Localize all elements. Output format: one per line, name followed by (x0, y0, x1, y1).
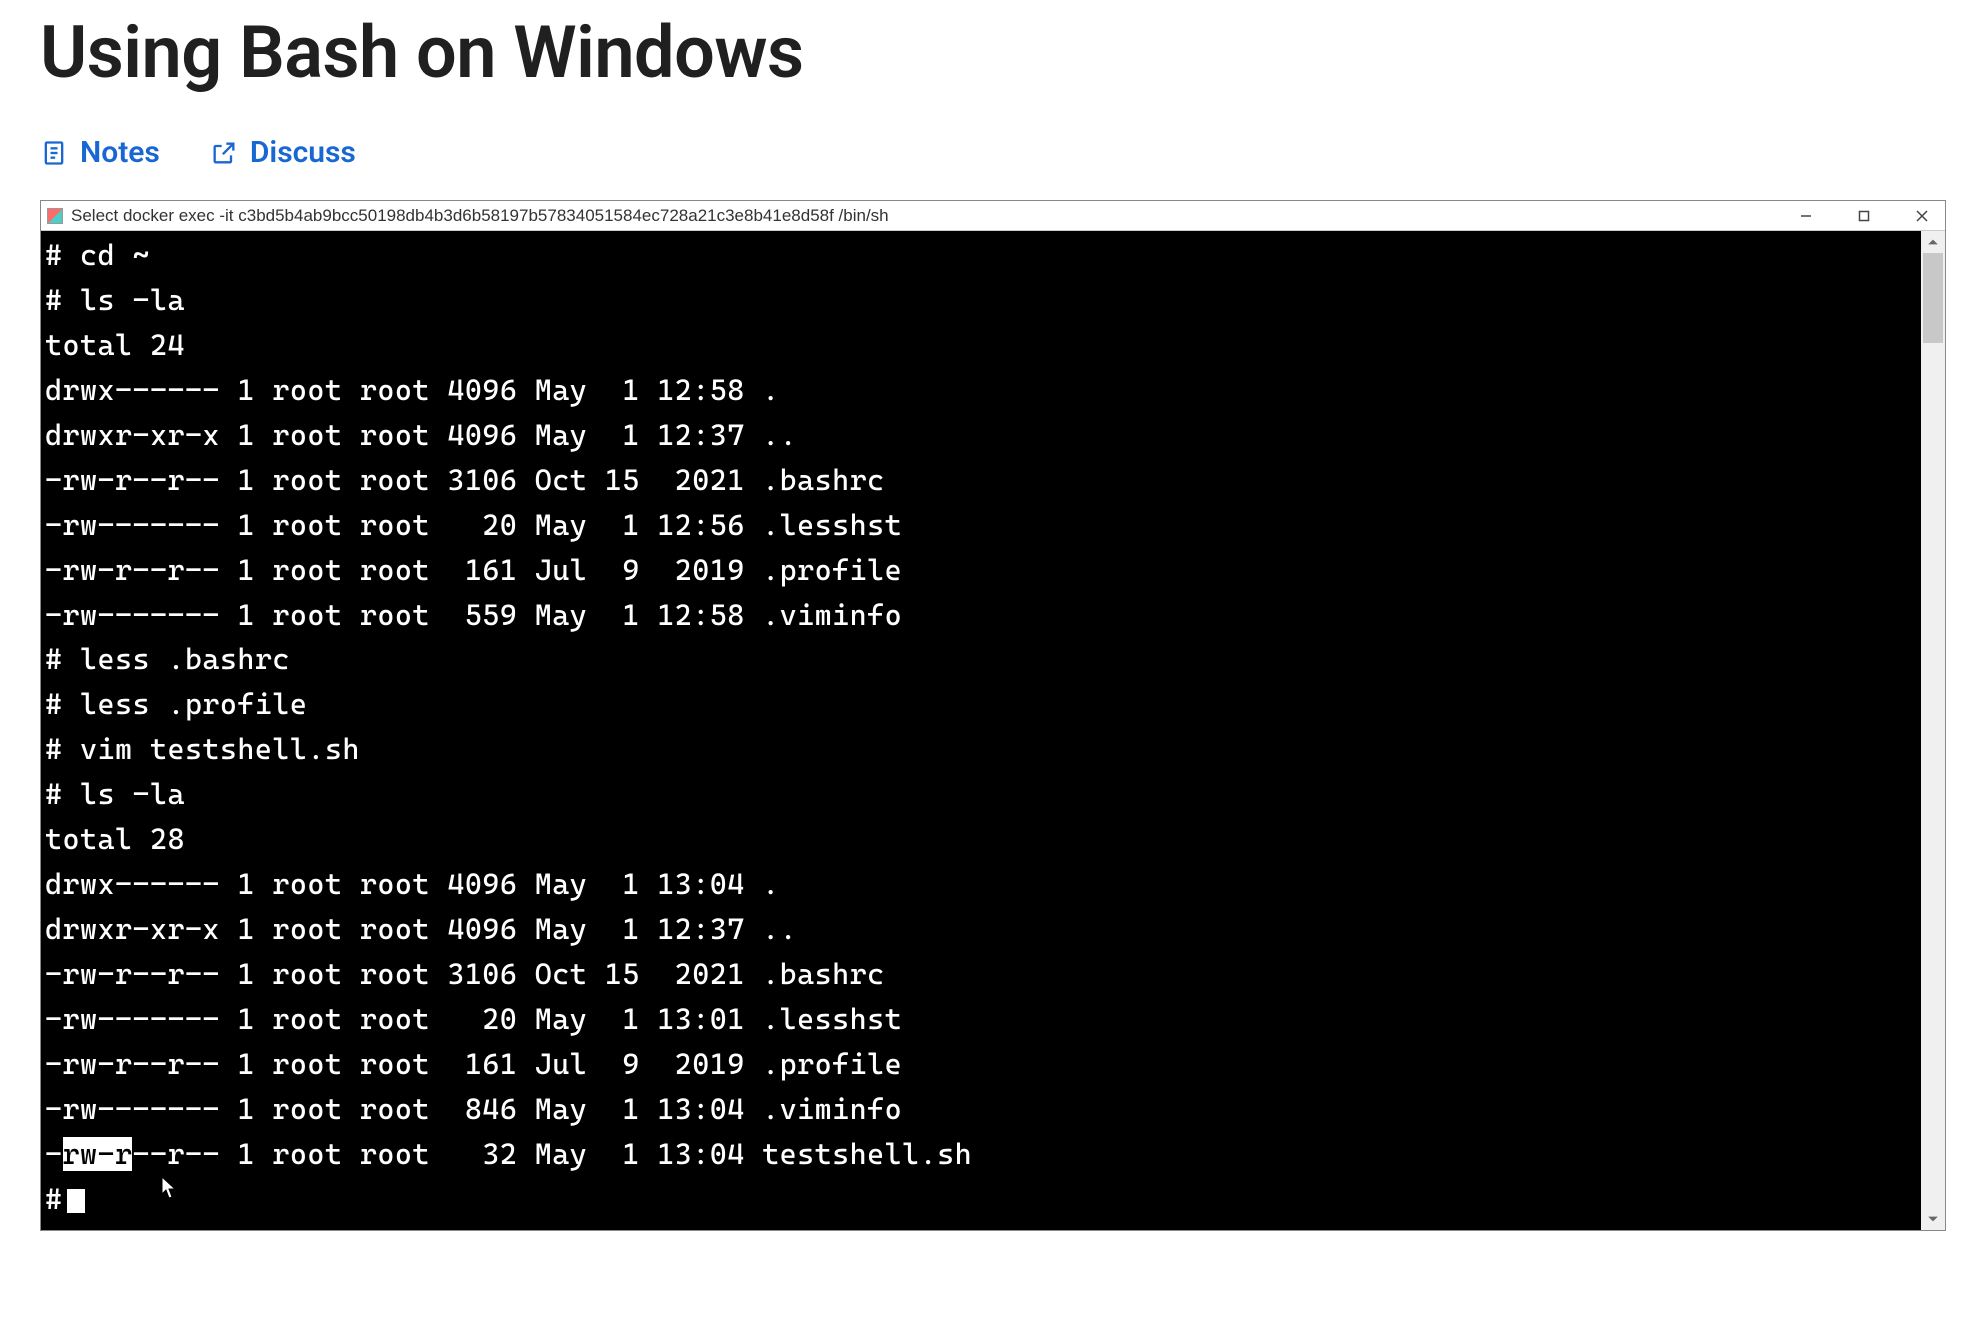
scroll-thumb[interactable] (1923, 253, 1943, 343)
discuss-link[interactable]: Discuss (210, 135, 356, 170)
terminal-line: # cd ~ (45, 233, 1917, 278)
terminal-line: drwx------ 1 root root 4096 May 1 13:04 … (45, 862, 1917, 907)
terminal-line: -rw-r--r-- 1 root root 161 Jul 9 2019 .p… (45, 1042, 1917, 1087)
notes-link[interactable]: Notes (40, 135, 160, 170)
close-button[interactable] (1905, 204, 1939, 228)
scrollbar[interactable] (1921, 231, 1945, 1230)
terminal-line: -rw------- 1 root root 846 May 1 13:04 .… (45, 1087, 1917, 1132)
terminal-line: # ls -la (45, 278, 1917, 323)
terminal-line: total 28 (45, 817, 1917, 862)
notes-icon (40, 139, 68, 167)
terminal-line-highlighted: -rw-r--r-- 1 root root 32 May 1 13:04 te… (45, 1132, 1917, 1177)
terminal-window: Select docker exec -it c3bd5b4ab9bcc5019… (40, 200, 1946, 1231)
terminal-line: # less .bashrc (45, 637, 1917, 682)
terminal-line: -rw------- 1 root root 20 May 1 13:01 .l… (45, 997, 1917, 1042)
scroll-up-arrow-icon[interactable] (1921, 231, 1945, 253)
terminal-line: # vim testshell.sh (45, 727, 1917, 772)
terminal-line: drwxr-xr-x 1 root root 4096 May 1 12:37 … (45, 413, 1917, 458)
page-title: Using Bash on Windows (40, 10, 1946, 95)
close-icon (1915, 209, 1929, 223)
notes-label: Notes (80, 135, 160, 170)
page-actions: Notes Discuss (40, 135, 1946, 170)
terminal-app-icon (47, 208, 63, 224)
terminal-line: -rw-r--r-- 1 root root 161 Jul 9 2019 .p… (45, 548, 1917, 593)
terminal-line: # less .profile (45, 682, 1917, 727)
minimize-button[interactable] (1789, 204, 1823, 228)
discuss-label: Discuss (250, 135, 356, 170)
terminal-output[interactable]: # cd ~# ls -latotal 24drwx------ 1 root … (41, 231, 1921, 1230)
terminal-line: -rw-r--r-- 1 root root 3106 Oct 15 2021 … (45, 952, 1917, 997)
maximize-button[interactable] (1847, 204, 1881, 228)
external-link-icon (210, 139, 238, 167)
terminal-line: -rw------- 1 root root 20 May 1 12:56 .l… (45, 503, 1917, 548)
maximize-icon (1857, 209, 1871, 223)
terminal-line: total 24 (45, 323, 1917, 368)
minimize-icon (1799, 209, 1813, 223)
terminal-line: -rw------- 1 root root 559 May 1 12:58 .… (45, 593, 1917, 638)
terminal-line: # ls -la (45, 772, 1917, 817)
text-selection: rw-r (63, 1137, 133, 1171)
window-title: Select docker exec -it c3bd5b4ab9bcc5019… (71, 206, 1789, 226)
terminal-line: drwxr-xr-x 1 root root 4096 May 1 12:37 … (45, 907, 1917, 952)
terminal-prompt-line: # (45, 1177, 1917, 1222)
terminal-line: drwx------ 1 root root 4096 May 1 12:58 … (45, 368, 1917, 413)
cursor (67, 1189, 85, 1213)
window-titlebar[interactable]: Select docker exec -it c3bd5b4ab9bcc5019… (41, 201, 1945, 231)
scroll-down-arrow-icon[interactable] (1921, 1208, 1945, 1230)
window-controls (1789, 204, 1939, 228)
terminal-line: -rw-r--r-- 1 root root 3106 Oct 15 2021 … (45, 458, 1917, 503)
